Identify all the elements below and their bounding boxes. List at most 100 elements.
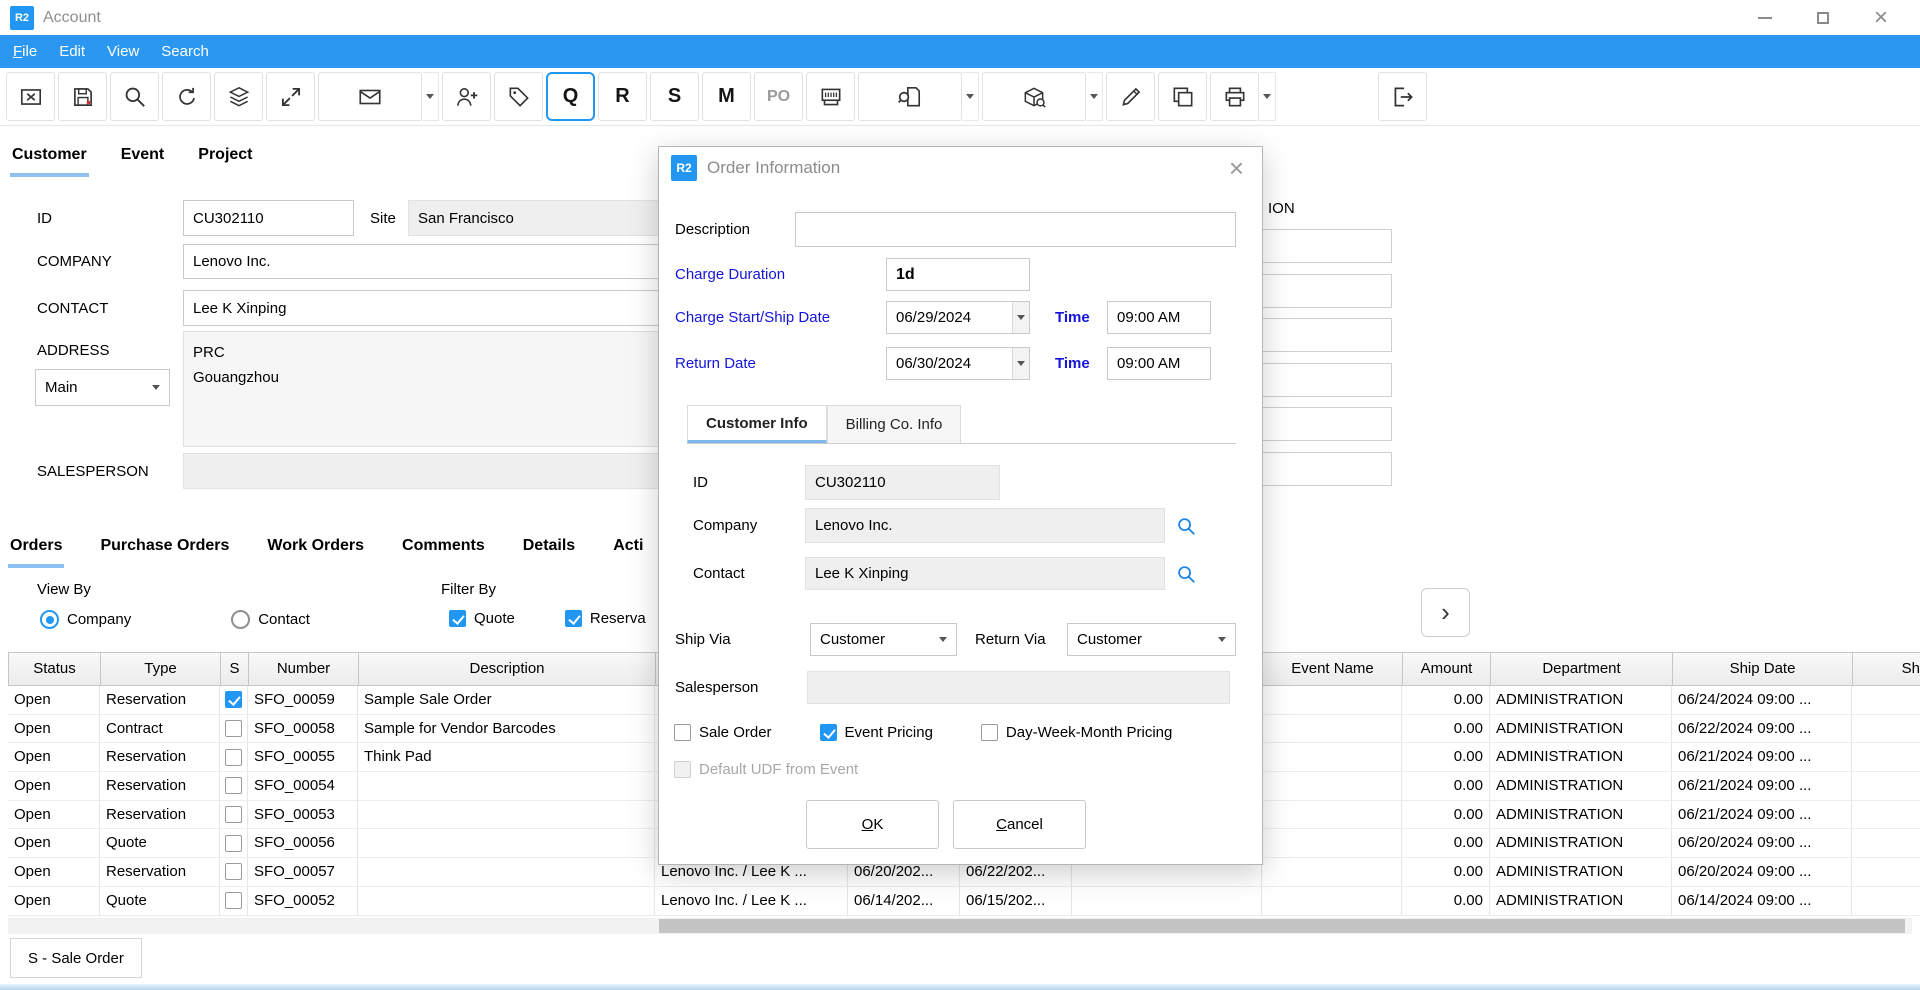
dialog-company-field[interactable]: Lenovo Inc. [805, 508, 1165, 543]
layers-button[interactable] [214, 72, 263, 121]
sale-order-row-checkbox[interactable] [225, 720, 242, 737]
tag-button[interactable] [494, 72, 543, 121]
tab-event[interactable]: Event [119, 142, 167, 177]
edit-pencil-button[interactable] [1106, 72, 1155, 121]
add-contact-button[interactable] [442, 72, 491, 121]
maximize-button[interactable] [1794, 0, 1852, 35]
column-header-type[interactable]: Type [101, 653, 221, 685]
return-date-dropdown[interactable] [1012, 348, 1029, 379]
close-button[interactable]: × [1852, 0, 1910, 35]
menu-view[interactable]: View [107, 43, 139, 60]
horizontal-scrollbar[interactable] [8, 918, 1912, 934]
dialog-close-button[interactable]: × [1223, 155, 1250, 181]
toolbar-m-button[interactable]: M [702, 72, 751, 121]
charge-start-date-input[interactable]: 06/29/2024 [886, 301, 1030, 334]
column-header-amount[interactable]: Amount [1403, 653, 1491, 685]
minimize-button[interactable] [1736, 0, 1794, 35]
sale-order-checkbox[interactable] [674, 724, 691, 741]
column-header-s[interactable]: S [221, 653, 249, 685]
column-header-status[interactable]: Status [9, 653, 101, 685]
menu-search[interactable]: Search [161, 43, 209, 60]
next-page-button[interactable]: › [1421, 588, 1470, 637]
filter-option-quote[interactable]: Quote [449, 610, 515, 627]
cancel-button[interactable]: Cancel [953, 800, 1086, 849]
tab-purchase-orders[interactable]: Purchase Orders [98, 533, 231, 568]
column-header-ship-date[interactable]: Ship Date [1673, 653, 1853, 685]
sale-order-row-checkbox[interactable] [225, 749, 242, 766]
company-search-button[interactable] [1175, 515, 1197, 537]
refresh-button[interactable] [162, 72, 211, 121]
tab-work-orders[interactable]: Work Orders [265, 533, 366, 568]
dialog-option-event-pricing[interactable]: Event Pricing [820, 724, 933, 741]
charge-start-time-input[interactable]: 09:00 AM [1107, 301, 1211, 334]
column-header-department[interactable]: Department [1491, 653, 1673, 685]
toolbar-q-button[interactable]: Q [546, 72, 595, 121]
filter-option-reserva[interactable]: Reserva [565, 610, 646, 627]
search-button[interactable] [110, 72, 159, 121]
quote-checkbox[interactable] [449, 610, 466, 627]
sale-order-row-checkbox[interactable] [225, 777, 242, 794]
barcode-printer-button[interactable] [806, 72, 855, 121]
mail-dropdown-button[interactable] [422, 72, 439, 121]
toolbar-r-button[interactable]: R [598, 72, 647, 121]
tab-acti[interactable]: Acti [611, 533, 645, 568]
column-header-description[interactable]: Description [359, 653, 656, 685]
toolbar-s-button[interactable]: S [650, 72, 699, 121]
tab-orders[interactable]: Orders [8, 533, 64, 568]
ok-button[interactable]: OK [806, 800, 939, 849]
expand-button[interactable] [266, 72, 315, 121]
table-row[interactable]: OpenQuoteSFO_00052Lenovo Inc. / Lee K ..… [8, 887, 1920, 916]
column-header-number[interactable]: Number [249, 653, 359, 685]
view-by-option-contact[interactable]: Contact [231, 610, 310, 629]
package-search-button[interactable] [982, 72, 1086, 121]
toolbar-po-button[interactable]: PO [754, 72, 803, 121]
column-header-event-name[interactable]: Event Name [1263, 653, 1403, 685]
dialog-option-sale-order[interactable]: Sale Order [674, 724, 772, 741]
view-by-option-company[interactable]: Company [40, 610, 131, 629]
dialog-tab-customer-info[interactable]: Customer Info [687, 405, 827, 443]
tab-customer[interactable]: Customer [10, 142, 89, 177]
tab-comments[interactable]: Comments [400, 533, 487, 568]
print-button[interactable] [1210, 72, 1259, 121]
exit-button[interactable] [1378, 72, 1427, 121]
print-dropdown-button[interactable] [1259, 72, 1276, 121]
package-search-dropdown-button[interactable] [1086, 72, 1103, 121]
sale-order-row-checkbox[interactable] [225, 691, 242, 708]
dialog-salesperson-field[interactable] [807, 671, 1230, 704]
address-type-select[interactable]: Main [35, 369, 170, 406]
radio-company[interactable] [40, 610, 59, 629]
mail-button[interactable] [318, 72, 422, 121]
dialog-id-field[interactable]: CU302110 [805, 465, 1000, 500]
charge-duration-input[interactable]: 1d [886, 258, 1030, 291]
document-search-button[interactable] [858, 72, 962, 121]
dialog-contact-field[interactable]: Lee K Xinping [805, 557, 1165, 590]
dialog-tab-billing-co-info[interactable]: Billing Co. Info [827, 405, 962, 443]
document-search-dropdown-button[interactable] [962, 72, 979, 121]
ship-via-select[interactable]: Customer [810, 623, 957, 656]
event-pricing-checkbox[interactable] [820, 724, 837, 741]
return-via-select[interactable]: Customer [1067, 623, 1236, 656]
radio-contact[interactable] [231, 610, 250, 629]
sale-order-row-checkbox[interactable] [225, 835, 242, 852]
sale-order-row-checkbox[interactable] [225, 863, 242, 880]
scrollbar-thumb[interactable] [659, 919, 1905, 933]
dialog-option-day-week-month-pricing[interactable]: Day-Week-Month Pricing [981, 724, 1172, 741]
tab-project[interactable]: Project [196, 142, 254, 177]
description-input[interactable] [795, 212, 1236, 247]
menu-file[interactable]: File [13, 43, 37, 60]
return-date-input[interactable]: 06/30/2024 [886, 347, 1030, 380]
charge-start-date-dropdown[interactable] [1012, 302, 1029, 333]
day-week-month-pricing-checkbox[interactable] [981, 724, 998, 741]
save-button[interactable] [58, 72, 107, 121]
menu-edit[interactable]: Edit [59, 43, 85, 60]
delete-record-button[interactable] [6, 72, 55, 121]
contact-search-button[interactable] [1175, 563, 1197, 585]
column-header-shi[interactable]: Shi [1853, 653, 1920, 685]
sale-order-row-checkbox[interactable] [225, 806, 242, 823]
reserva-checkbox[interactable] [565, 610, 582, 627]
tab-details[interactable]: Details [521, 533, 577, 568]
id-input[interactable]: CU302110 [183, 200, 354, 236]
return-time-input[interactable]: 09:00 AM [1107, 347, 1211, 380]
sale-order-row-checkbox[interactable] [225, 892, 242, 909]
copy-button[interactable] [1158, 72, 1207, 121]
